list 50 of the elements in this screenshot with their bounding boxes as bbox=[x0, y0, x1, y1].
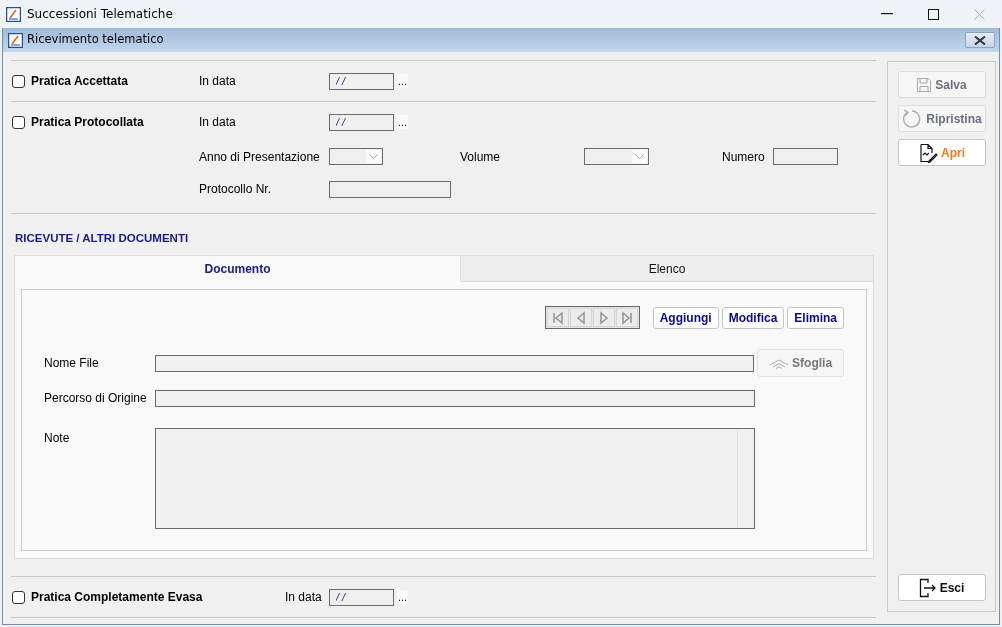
first-record-icon bbox=[550, 310, 565, 325]
protocol-field[interactable] bbox=[329, 180, 451, 198]
date-picker-button[interactable]: ... bbox=[397, 590, 409, 604]
checkbox-label: Pratica Protocollata bbox=[31, 114, 145, 131]
exit-icon bbox=[918, 577, 937, 598]
action-button[interactable]: Aggiungi bbox=[652, 306, 719, 329]
notes-field[interactable] bbox=[155, 428, 755, 529]
file-name-field[interactable] bbox=[154, 354, 755, 372]
app-icon bbox=[6, 6, 21, 22]
window-title: Successioni Telematiche bbox=[27, 6, 173, 23]
checkbox[interactable] bbox=[12, 590, 25, 604]
tab[interactable]: Elenco bbox=[459, 256, 873, 282]
number-field[interactable] bbox=[773, 148, 838, 165]
date-field[interactable]: / / bbox=[329, 113, 394, 131]
chevron-down-icon bbox=[635, 154, 644, 159]
action-button[interactable]: Modifica bbox=[721, 306, 785, 329]
last-record-icon bbox=[619, 310, 634, 325]
dialog-title: Ricevimento telematico bbox=[27, 31, 164, 49]
field-label: Nome File bbox=[44, 355, 100, 372]
field-label: In data bbox=[199, 114, 237, 131]
field-label: In data bbox=[199, 73, 237, 90]
date-field[interactable]: / / bbox=[329, 588, 394, 606]
action-button[interactable]: Elimina bbox=[787, 306, 844, 329]
field-label: In data bbox=[285, 589, 323, 606]
field-label: Anno di Presentazione bbox=[199, 148, 321, 166]
field-label: Note bbox=[44, 430, 71, 447]
chevron-down-icon bbox=[369, 154, 378, 159]
checkbox-label: Pratica Completamente Evasa bbox=[31, 589, 204, 606]
close-button[interactable] bbox=[965, 32, 995, 48]
checkbox[interactable] bbox=[12, 115, 25, 129]
section-title: RICEVUTE / ALTRI DOCUMENTI bbox=[15, 232, 189, 244]
field-label: Percorso di Origine bbox=[44, 390, 148, 407]
document-pen-icon bbox=[918, 142, 938, 163]
volume-dropdown[interactable] bbox=[584, 148, 649, 165]
date-picker-button[interactable]: ... bbox=[397, 115, 409, 129]
checkbox-label: Pratica Accettata bbox=[31, 73, 129, 90]
date-picker-button[interactable]: ... bbox=[397, 74, 409, 88]
checkbox[interactable] bbox=[12, 74, 25, 88]
date-field[interactable]: / / bbox=[329, 72, 394, 90]
app-icon bbox=[8, 32, 23, 48]
close-icon bbox=[974, 35, 986, 45]
field-label: Protocollo Nr. bbox=[199, 181, 273, 198]
field-label: Numero bbox=[722, 148, 766, 166]
layers-icon bbox=[769, 357, 790, 369]
exit-button[interactable]: Esci bbox=[897, 574, 986, 601]
maximize-icon[interactable] bbox=[927, 8, 939, 20]
minimize-icon[interactable] bbox=[881, 13, 893, 15]
year-dropdown[interactable] bbox=[329, 148, 383, 165]
origin-path-field[interactable] bbox=[155, 389, 755, 407]
field-label: Volume bbox=[459, 148, 502, 166]
